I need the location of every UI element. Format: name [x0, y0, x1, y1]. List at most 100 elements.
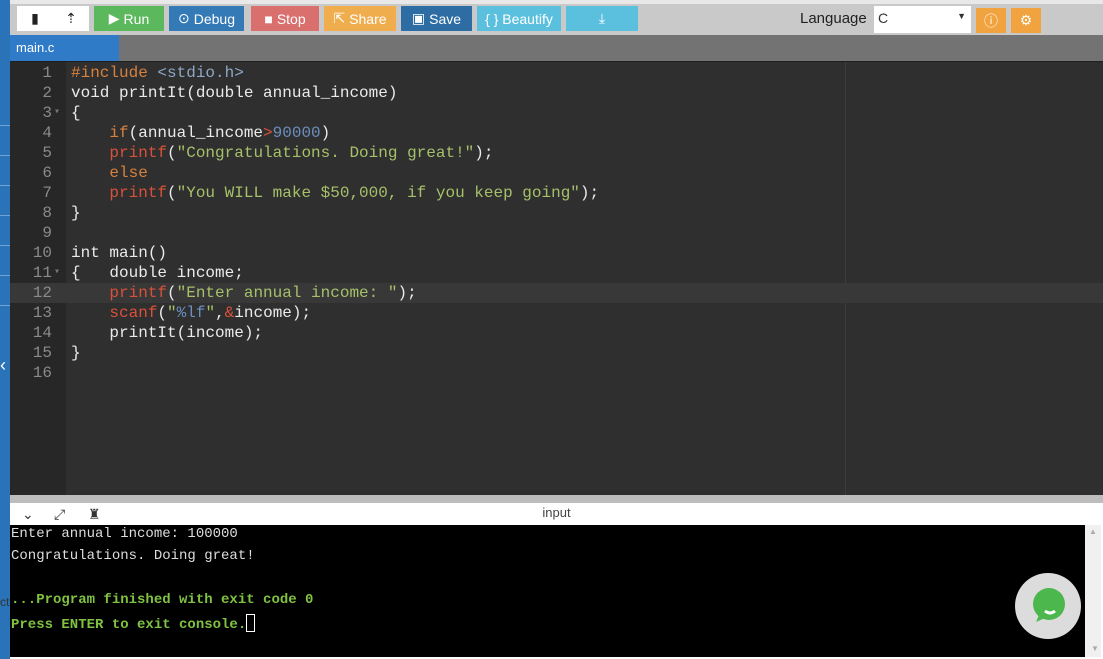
- code-token: "Congratulations. Doing great!": [176, 144, 475, 162]
- toolbar: ▮ ⇡ ▶ Run ⊙ Debug ■ Stop ⇱ Share ▣ Save { } B…: [10, 0, 1103, 35]
- info-button[interactable]: ⓘ: [976, 8, 1006, 33]
- file-tabs: main.c: [10, 35, 1103, 61]
- code-text: int main(): [71, 243, 167, 263]
- upload-button[interactable]: ⇡: [53, 6, 89, 31]
- code-text: }: [71, 343, 81, 363]
- language-label: Language: [800, 10, 867, 27]
- console-line: Press ENTER to exit console.: [11, 614, 256, 636]
- code-line[interactable]: 12 printf("Enter annual income: ");: [10, 283, 1103, 303]
- code-line[interactable]: 6 else: [10, 163, 1103, 183]
- code-text: {: [71, 103, 81, 123]
- code-text: if(annual_income>90000): [71, 123, 330, 143]
- code-token: void printIt(double annual_income): [71, 84, 398, 102]
- code-text: void printIt(double annual_income): [71, 83, 397, 103]
- code-token: <stdio.h>: [157, 64, 244, 82]
- code-text: else: [71, 163, 148, 183]
- code-line[interactable]: 16: [10, 363, 1103, 383]
- debug-button[interactable]: ⊙ Debug: [169, 6, 244, 31]
- code-token: &: [224, 304, 235, 322]
- code-token: }: [71, 344, 81, 362]
- code-token: "You WILL make $50,000, if you keep goin…: [176, 184, 580, 202]
- language-select[interactable]: C ▼: [874, 6, 971, 33]
- code-token: (annual_income: [128, 124, 264, 142]
- save-button[interactable]: ▣ Save: [401, 6, 472, 31]
- code-token: { double income;: [71, 264, 244, 282]
- left-sidebar-strip: [0, 0, 10, 659]
- code-line[interactable]: 4 if(annual_income>90000): [10, 123, 1103, 143]
- console-line: Congratulations. Doing great!: [11, 548, 255, 564]
- download-button[interactable]: ⤓: [566, 6, 638, 31]
- line-number: 15: [32, 344, 52, 362]
- upload-icon: ⇡: [65, 10, 77, 26]
- play-icon: ▶: [108, 10, 120, 26]
- code-token: printIt(income);: [71, 324, 264, 342]
- code-line[interactable]: 13 scanf("%lf",&income);: [10, 303, 1103, 323]
- code-line[interactable]: 3 ▾ {: [10, 103, 1103, 123]
- code-token: ): [320, 124, 331, 142]
- settings-button[interactable]: ⚙: [1011, 8, 1041, 33]
- code-token: else: [109, 164, 148, 182]
- console-header: ⌄ ⤢ ♜ input: [10, 503, 1103, 525]
- line-number: 13: [32, 304, 52, 322]
- code-line[interactable]: 1 #include <stdio.h>: [10, 63, 1103, 83]
- code-line[interactable]: 8}: [10, 203, 1103, 223]
- code-line[interactable]: 14 printIt(income);: [10, 323, 1103, 343]
- fold-toggle-icon[interactable]: ▾: [54, 103, 60, 123]
- info-icon: ⓘ: [984, 12, 998, 29]
- line-number: 5: [42, 144, 52, 162]
- code-token: (: [167, 144, 177, 162]
- chat-button[interactable]: [1015, 573, 1081, 639]
- code-token: printf: [109, 284, 168, 302]
- panel-splitter[interactable]: [10, 495, 1103, 503]
- code-line[interactable]: 2 void printIt(double annual_income): [10, 83, 1103, 103]
- share-button[interactable]: ⇱ Share: [324, 6, 396, 31]
- console-output[interactable]: Enter annual income: 100000 Congratulatio…: [10, 525, 1085, 657]
- dropdown-arrow-icon: ▼: [957, 11, 966, 21]
- scroll-up-icon[interactable]: ▲: [1089, 527, 1097, 536]
- code-line[interactable]: 9: [10, 223, 1103, 243]
- line-number: 3: [42, 104, 52, 122]
- code-token: income);: [234, 304, 312, 322]
- line-number: 9: [42, 224, 52, 242]
- code-token: (: [167, 284, 177, 302]
- code-token: printf: [109, 144, 168, 162]
- console-cursor[interactable]: [246, 614, 256, 632]
- code-token: #include: [71, 64, 158, 82]
- line-number: 8: [42, 204, 52, 222]
- scroll-down-icon[interactable]: ▼: [1091, 644, 1099, 653]
- line-number: 6: [42, 164, 52, 182]
- beautify-button[interactable]: { } Beautify: [477, 6, 561, 31]
- gear-icon: ⚙: [1019, 12, 1033, 28]
- fold-toggle-icon[interactable]: ▾: [54, 263, 60, 283]
- stop-icon: ■: [264, 10, 273, 27]
- run-button[interactable]: ▶ Run: [94, 6, 164, 31]
- code-text: printIt(income);: [71, 323, 263, 343]
- code-line[interactable]: 7 printf("You WILL make $50,000, if you …: [10, 183, 1103, 203]
- debug-icon: ⊙: [178, 10, 190, 26]
- chat-bubble-icon: [1033, 588, 1065, 622]
- collapse-sidebar-icon[interactable]: ‹: [0, 355, 6, 376]
- code-token: );: [579, 184, 600, 202]
- code-token: ": [205, 304, 216, 322]
- code-line[interactable]: 10 int main(): [10, 243, 1103, 263]
- console-scrollbar[interactable]: ▲ ▼: [1085, 525, 1101, 657]
- code-editor[interactable]: 1 #include <stdio.h> 2 void printIt(double …: [10, 61, 1103, 495]
- save-icon: ▣: [411, 10, 426, 26]
- tab-main-c[interactable]: main.c: [10, 35, 119, 61]
- code-text: }: [71, 203, 81, 223]
- console-line: ...Program finished with exit code 0: [11, 592, 314, 608]
- new-file-button[interactable]: ▮: [17, 6, 53, 31]
- code-line[interactable]: 15}: [10, 343, 1103, 363]
- stop-button[interactable]: ■ Stop: [251, 6, 319, 31]
- code-token: if: [109, 124, 129, 142]
- line-number: 7: [42, 184, 52, 202]
- code-line[interactable]: 11 ▾ { double income;: [10, 263, 1103, 283]
- code-token: ,: [215, 304, 225, 322]
- code-token: 90000: [272, 124, 321, 142]
- code-line[interactable]: 5 printf("Congratulations. Doing great!"…: [10, 143, 1103, 163]
